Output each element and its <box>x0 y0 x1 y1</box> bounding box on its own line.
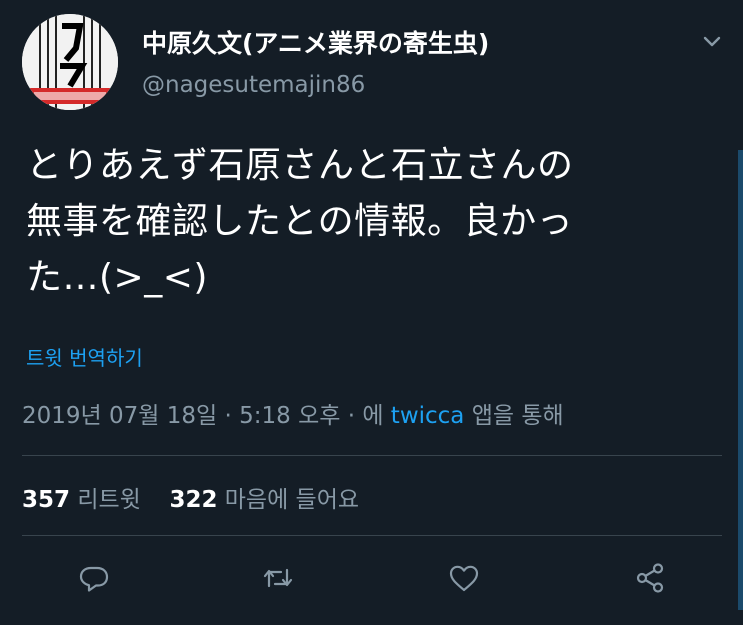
tweet-time[interactable]: 5:18 오후 <box>239 403 340 429</box>
tweet-meta: 2019년 07월 18일 · 5:18 오후 · 에 twicca 앱을 통해 <box>22 396 564 430</box>
like-label[interactable]: 마음에 들어요 <box>225 487 359 513</box>
display-name[interactable]: 中原久文(アニメ業界の寄生虫) <box>142 24 489 60</box>
heart-icon[interactable] <box>446 560 482 596</box>
tweet-date[interactable]: 2019년 07월 18일 <box>22 403 217 429</box>
retweet-icon[interactable] <box>260 560 296 596</box>
reply-icon[interactable] <box>76 560 112 596</box>
divider <box>22 535 722 536</box>
retweet-count[interactable]: 357 <box>22 487 70 513</box>
translate-tweet-link[interactable]: 트윗 번역하기 <box>26 342 143 371</box>
avatar[interactable] <box>22 14 118 110</box>
via-label: 앱을 통해 <box>464 403 564 429</box>
share-icon[interactable] <box>632 560 668 596</box>
tweet-text-line: 無事を確認したとの情報。良かっ <box>26 201 574 242</box>
tweet-text-line: とりあえず石原さんと石立さんの <box>26 145 574 186</box>
scrollbar[interactable] <box>738 150 743 610</box>
meta-separator: · <box>217 403 240 429</box>
chevron-down-icon[interactable] <box>700 32 724 52</box>
avatar-image <box>22 14 118 110</box>
meta-separator: · 에 <box>340 403 391 429</box>
tweet-text: とりあえず石原さんと石立さんの 無事を確認したとの情報。良かっ た…(>_<) <box>26 138 716 306</box>
tweet-text-line: た…(>_<) <box>26 257 208 298</box>
tweet-detail: 中原久文(アニメ業界の寄生虫) @nagesutemajin86 とりあえず石原… <box>0 0 743 625</box>
user-handle[interactable]: @nagesutemajin86 <box>142 72 365 98</box>
retweet-label[interactable]: 리트윗 <box>77 487 140 513</box>
like-count[interactable]: 322 <box>169 487 217 513</box>
source-app-link[interactable]: twicca <box>391 403 465 429</box>
divider <box>22 455 722 456</box>
tweet-stats: 357 리트윗 322 마음에 들어요 <box>22 480 359 514</box>
